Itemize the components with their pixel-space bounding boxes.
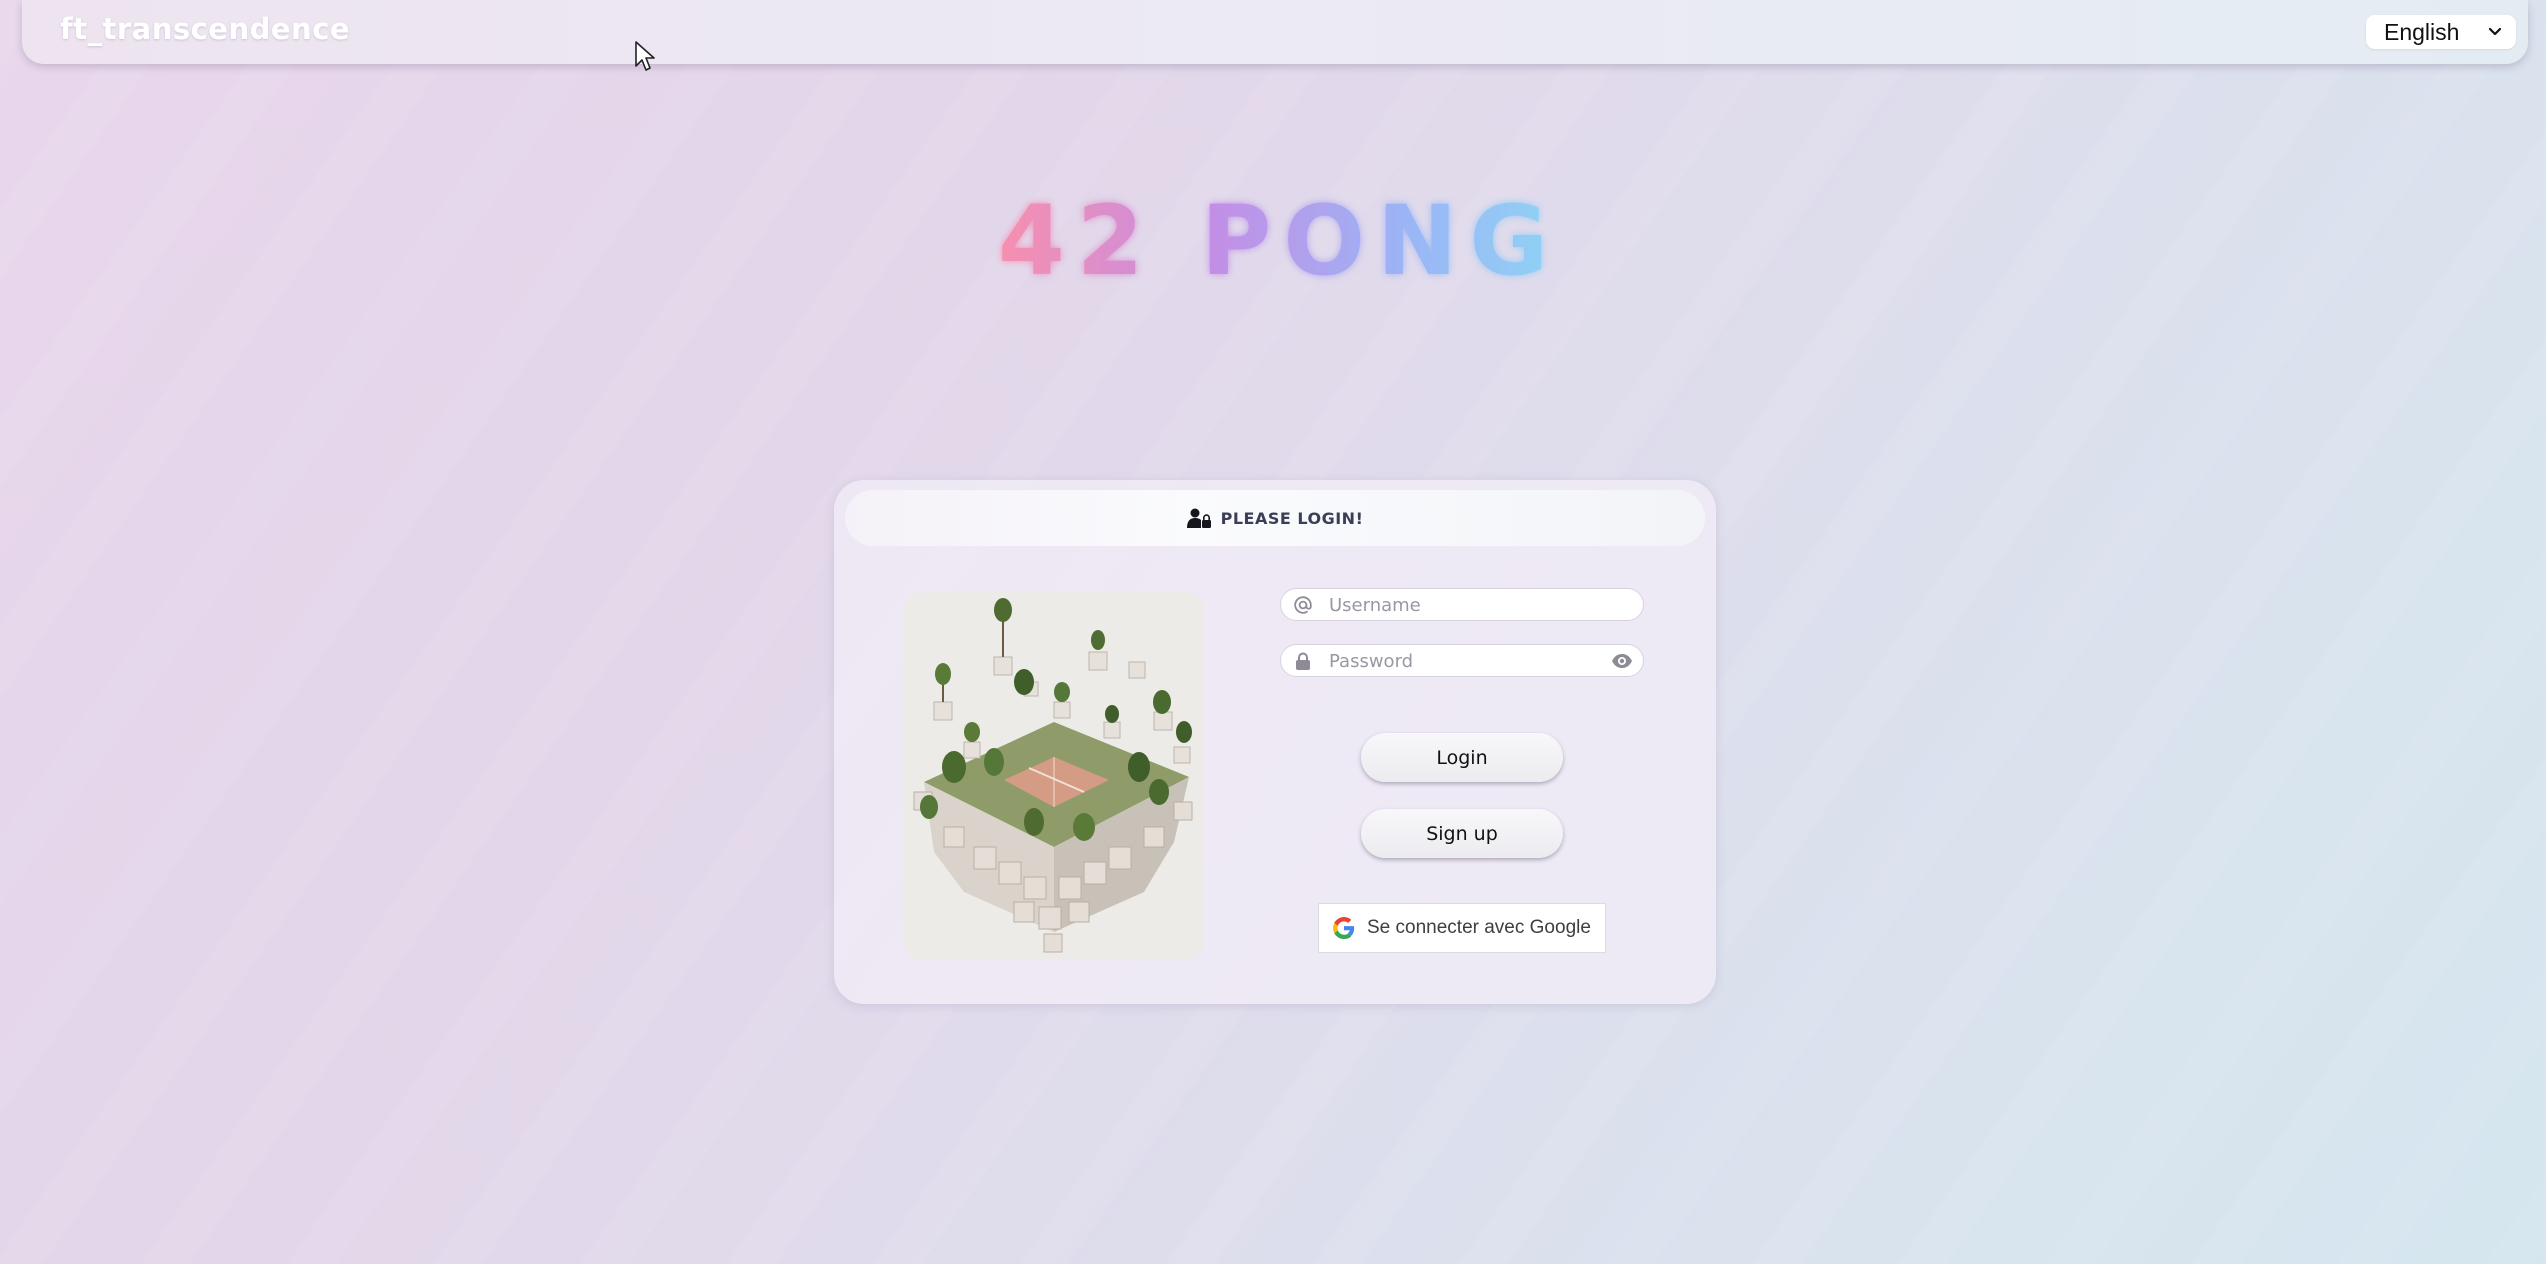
login-card-title: PLEASE LOGIN! (1220, 508, 1364, 528)
hero-title-graphic: 42 PONG (998, 190, 1560, 297)
at-sign-icon (1294, 596, 1312, 614)
login-card: PLEASE LOGIN! Username Login Sign up Se … (834, 480, 1716, 1004)
login-button[interactable]: Login (1361, 733, 1563, 782)
login-illustration (904, 592, 1204, 960)
mouse-cursor-icon (635, 41, 655, 71)
google-signin-label: Se connecter avec Google (1367, 917, 1591, 938)
chevron-down-icon (2488, 27, 2502, 36)
lock-icon (1296, 652, 1310, 670)
google-signin-button[interactable]: Se connecter avec Google (1318, 903, 1606, 953)
signup-button[interactable]: Sign up (1361, 809, 1563, 858)
eye-icon[interactable] (1611, 652, 1633, 670)
top-navbar: ft_transcendence English (22, 0, 2528, 64)
language-select[interactable]: English (2366, 15, 2516, 49)
username-input[interactable] (1327, 589, 1601, 622)
username-field[interactable] (1280, 588, 1644, 622)
hero-title: 42 PONG (998, 190, 1560, 297)
language-selected-value: English (2384, 18, 2460, 45)
user-lock-icon (1186, 508, 1211, 528)
google-g-icon (1333, 917, 1355, 939)
password-field[interactable] (1280, 644, 1644, 678)
login-card-header: PLEASE LOGIN! (845, 490, 1705, 546)
brand-logo[interactable]: ft_transcendence (60, 12, 350, 46)
password-input[interactable] (1327, 645, 1601, 678)
